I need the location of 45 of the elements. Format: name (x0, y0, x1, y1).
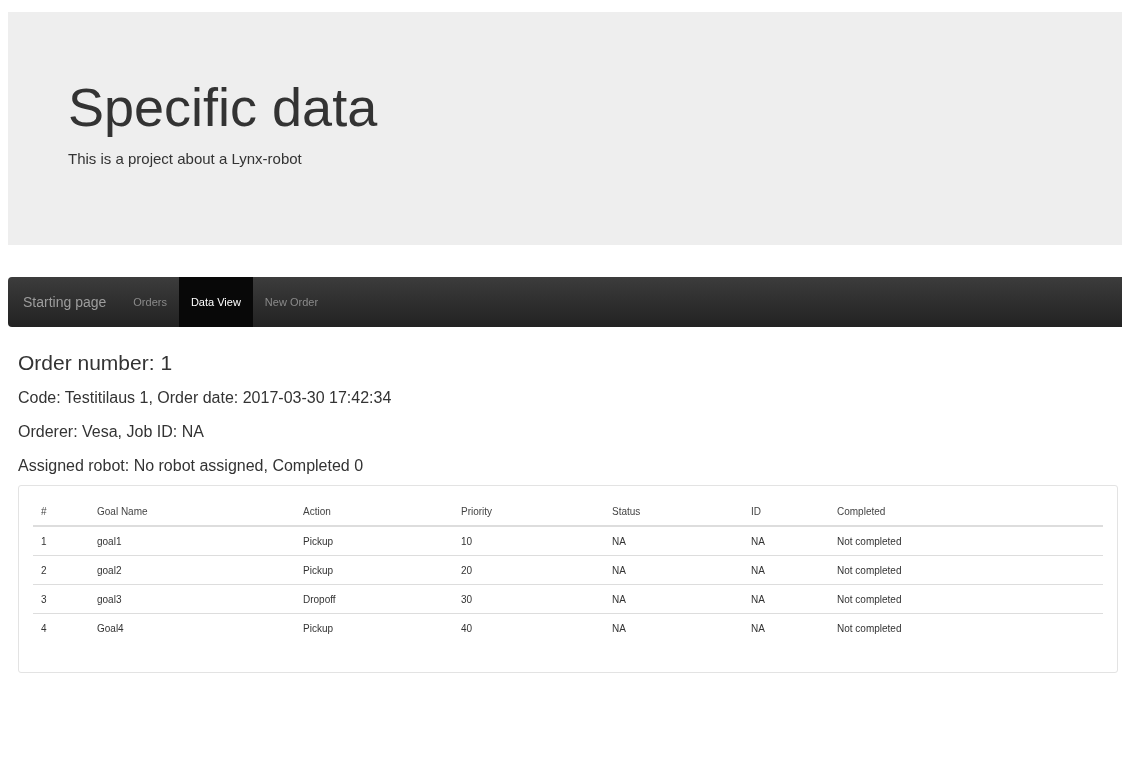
nav-link[interactable]: Data View (178, 277, 253, 327)
table-cell: NA (604, 613, 743, 642)
table-cell: 2 (33, 555, 89, 585)
column-header: Goal Name (89, 498, 295, 526)
nav-link[interactable]: New Order (252, 277, 331, 327)
table-cell: 10 (453, 526, 604, 556)
table-cell: 40 (453, 613, 604, 642)
table-cell: Not completed (829, 613, 1103, 642)
table-cell: Not completed (829, 526, 1103, 556)
table-cell: NA (743, 526, 829, 556)
page-subtitle: This is a project about a Lynx-robot (68, 150, 303, 167)
column-header: Status (604, 498, 743, 526)
table-cell: Not completed (829, 555, 1103, 585)
table-cell: NA (743, 555, 829, 585)
order-detail: Orderer: Vesa, Job ID: NA (18, 423, 205, 441)
column-header: # (33, 498, 89, 526)
table-cell: 4 (33, 613, 89, 642)
table-cell: goal3 (89, 584, 295, 614)
brand-link[interactable]: Starting page (8, 277, 122, 327)
nav-link[interactable]: Orders (121, 277, 179, 327)
table-cell: 1 (33, 526, 89, 556)
order-detail: Code: Testitilaus 1, Order date: 2017-03-30 17:42:34 (18, 389, 393, 407)
page-title: Specific data (68, 76, 379, 138)
table-cell: Pickup (295, 555, 453, 585)
table-cell: Pickup (295, 613, 453, 642)
table-cell: NA (604, 555, 743, 585)
table-cell: Pickup (295, 526, 453, 556)
table-cell: NA (604, 584, 743, 614)
column-header: ID (743, 498, 829, 526)
table-cell: Not completed (829, 584, 1103, 614)
table-cell: NA (604, 526, 743, 556)
table-cell: Dropoff (295, 584, 453, 614)
column-header: Completed (829, 498, 1103, 526)
table-cell: NA (743, 584, 829, 614)
column-header: Action (295, 498, 453, 526)
table-cell: 3 (33, 584, 89, 614)
column-header: Priority (453, 498, 604, 526)
table-cell: Goal4 (89, 613, 295, 642)
order-heading: Order number: 1 (18, 351, 174, 375)
table-cell: 20 (453, 555, 604, 585)
table-cell: goal1 (89, 526, 295, 556)
table-cell: 30 (453, 584, 604, 614)
order-detail: Assigned robot: No robot assigned, Completed 0 (18, 457, 365, 475)
table-cell: NA (743, 613, 829, 642)
table-cell: goal2 (89, 555, 295, 585)
